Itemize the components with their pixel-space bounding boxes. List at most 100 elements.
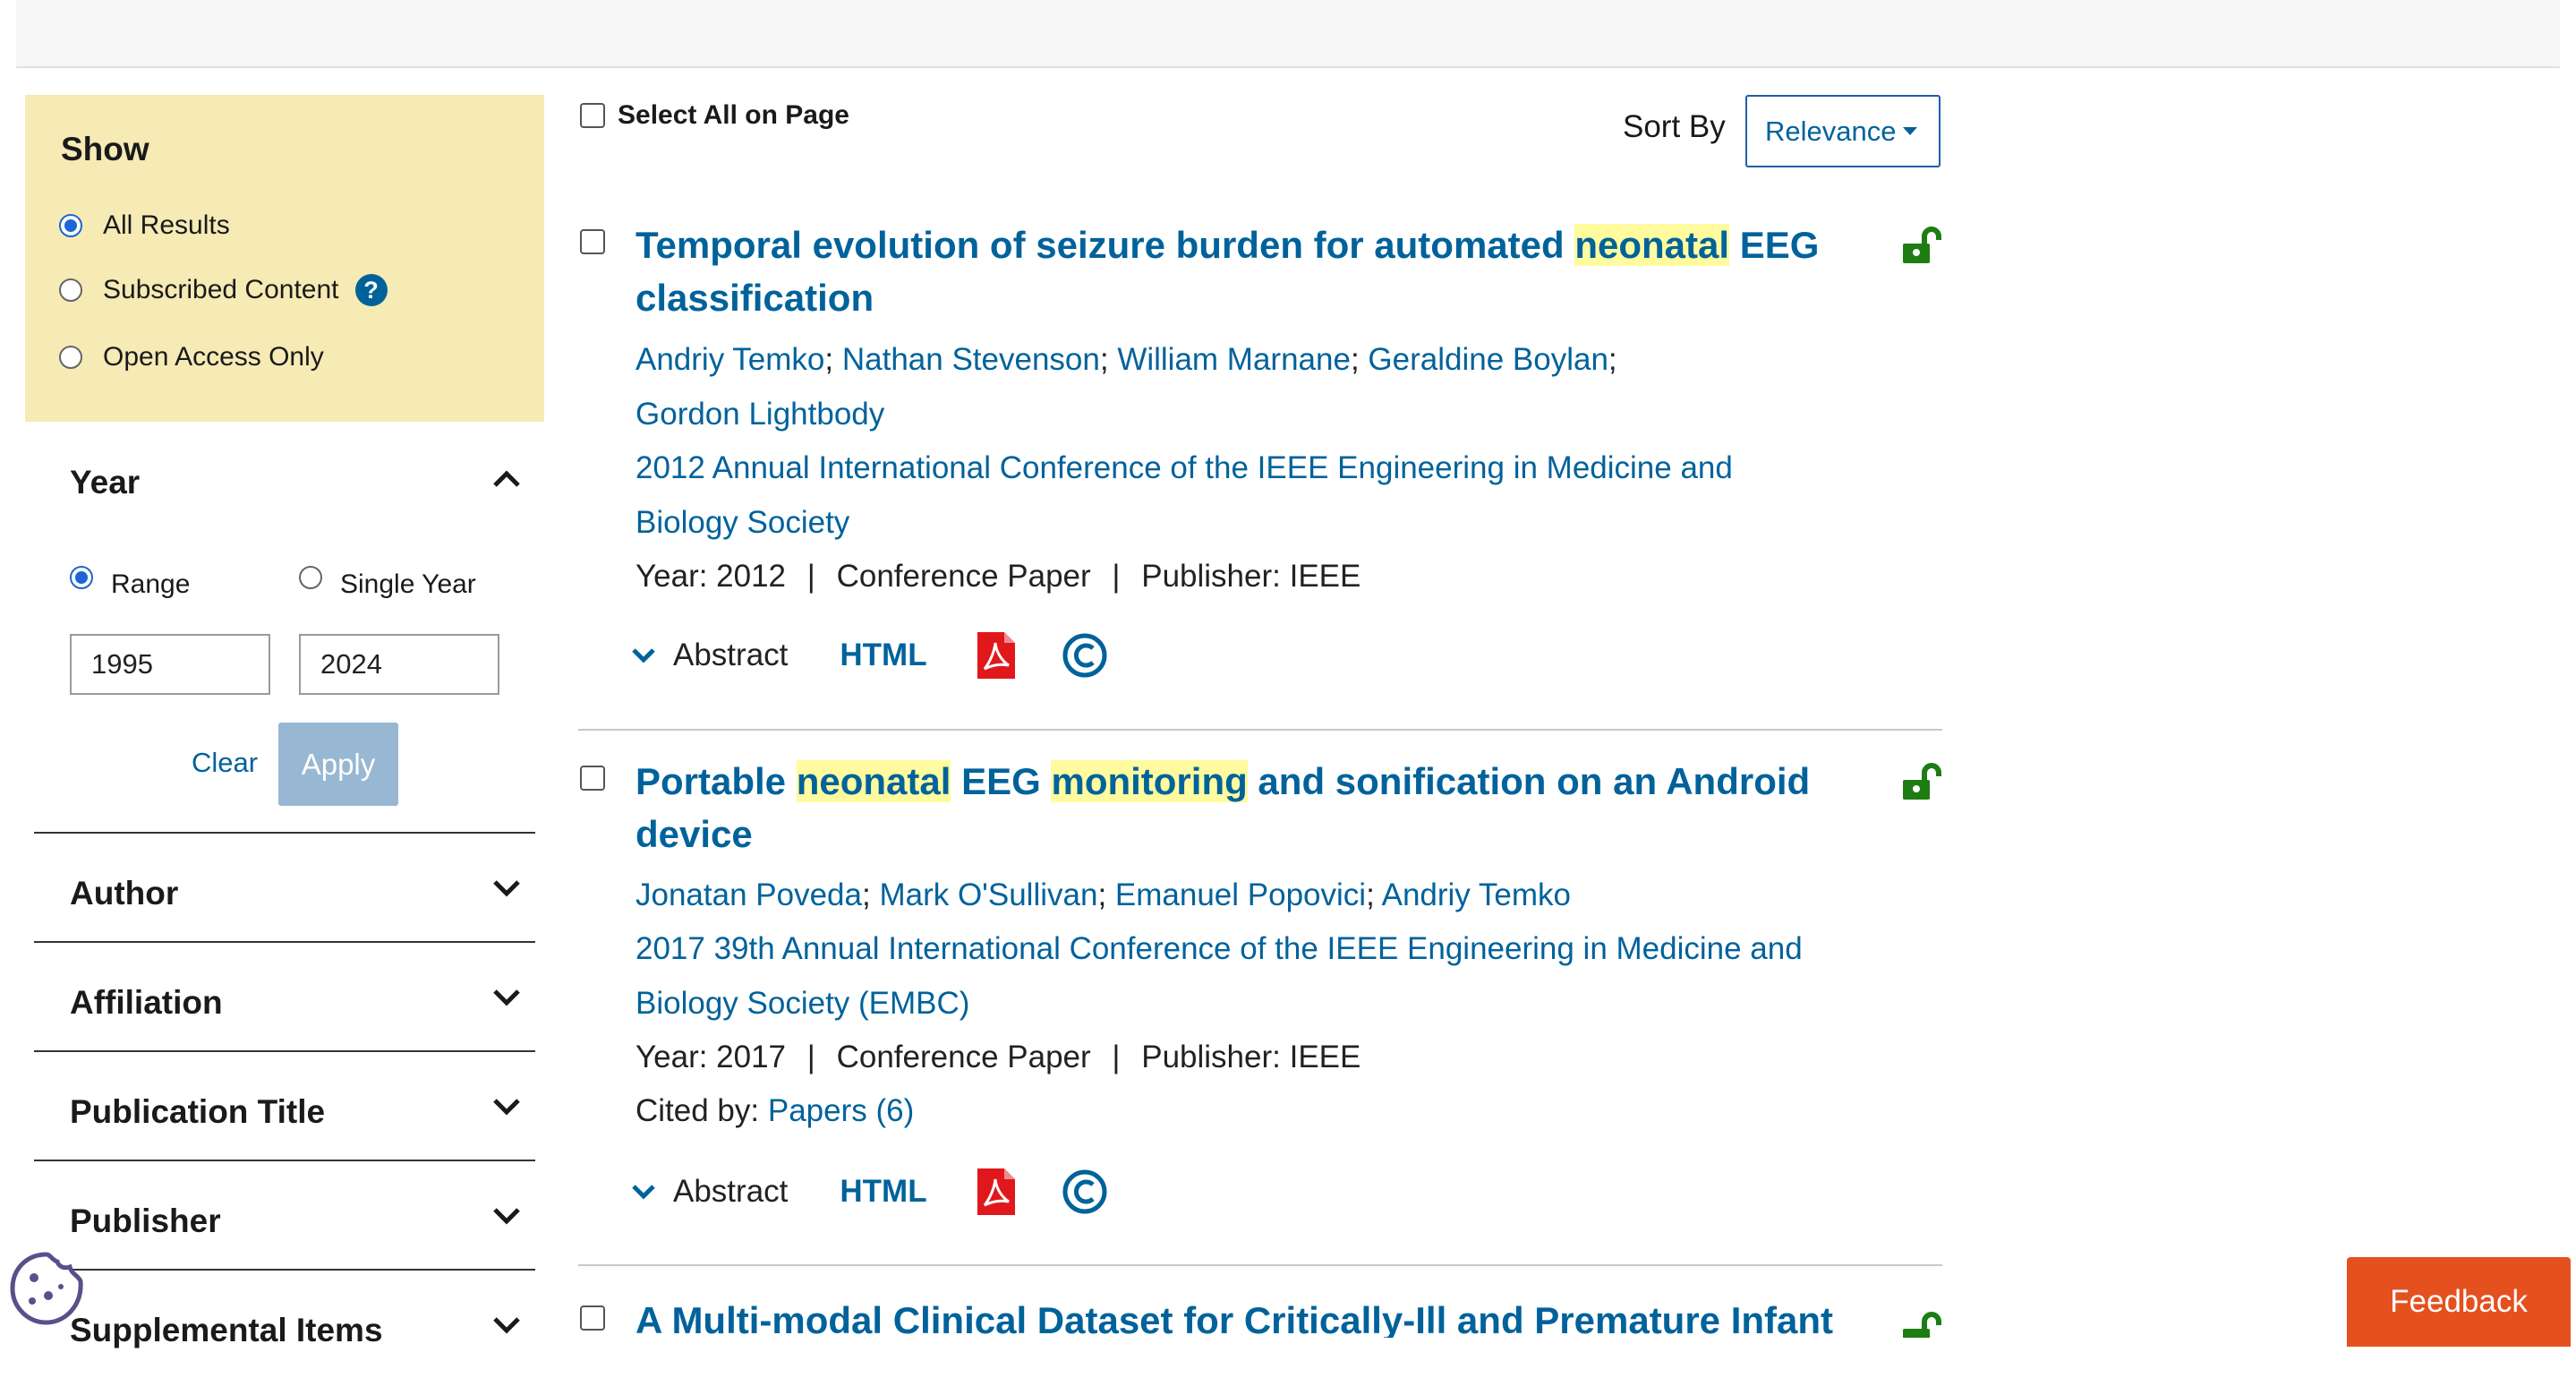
pdf-icon[interactable] — [977, 632, 1015, 679]
open-lock-icon — [1903, 227, 1941, 263]
subscribed-content-label: Subscribed Content — [103, 275, 339, 304]
single-year-label: Single Year — [340, 569, 476, 599]
all-results-label: All Results — [103, 210, 230, 240]
sort-by-dropdown[interactable]: Relevance — [1745, 95, 1941, 167]
result-checkbox[interactable] — [580, 766, 605, 791]
open-lock-icon — [1903, 763, 1941, 800]
show-subscribed-option[interactable]: Subscribed Content ? — [59, 274, 388, 306]
publication-link[interactable]: Biology Society (EMBC) — [635, 977, 969, 1031]
sort-by-label: Sort By — [1623, 109, 1726, 144]
title-highlight: monitoring — [1051, 760, 1248, 802]
result-actions: Abstract HTML — [630, 632, 1108, 679]
result-divider — [578, 1264, 1942, 1266]
result-title-link[interactable]: Temporal evolution of seizure burden for… — [635, 218, 1862, 324]
chevron-down-icon[interactable] — [490, 1204, 523, 1228]
publication-link[interactable]: 2012 Annual International Conference of … — [635, 441, 1733, 495]
year-clear-link[interactable]: Clear — [192, 747, 258, 779]
show-filter-title: Show — [61, 131, 149, 167]
result-checkbox[interactable] — [580, 229, 605, 254]
radio-all-results[interactable] — [59, 214, 82, 237]
copyright-icon[interactable] — [1062, 1168, 1108, 1215]
pdf-icon[interactable] — [977, 1168, 1015, 1215]
publication-link[interactable]: Biology Society — [635, 496, 849, 550]
publication-link[interactable]: 2017 39th Annual International Conferenc… — [635, 922, 1803, 976]
author-link[interactable]: Nathan Stevenson — [842, 342, 1100, 377]
cited-by-link[interactable]: Papers (6) — [768, 1093, 914, 1128]
chevron-down-icon[interactable] — [490, 986, 523, 1009]
caret-down-icon — [1903, 127, 1918, 135]
year-from-input[interactable] — [70, 634, 270, 695]
year-range-label: Range — [111, 569, 191, 599]
authors-line: Andriy Temko; Nathan Stevenson; William … — [635, 342, 1617, 377]
title-highlight: neonatal — [1574, 224, 1730, 266]
result-item: Temporal evolution of seizure burden for… — [578, 218, 1942, 702]
year-range-option[interactable]: Range — [70, 555, 190, 600]
help-icon[interactable]: ? — [354, 274, 388, 306]
abstract-label: Abstract — [673, 638, 789, 672]
title-highlight: neonatal — [796, 760, 951, 802]
year-apply-button[interactable]: Apply — [278, 723, 398, 806]
author-link[interactable]: Andriy Temko — [635, 342, 824, 377]
facet-publisher[interactable]: Publisher — [34, 1160, 535, 1269]
copyright-icon[interactable] — [1062, 632, 1108, 679]
radio-open-access[interactable] — [59, 346, 82, 369]
facet-affiliation[interactable]: Affiliation — [34, 941, 535, 1050]
radio-single-year[interactable] — [299, 566, 322, 589]
facet-label: Publication Title — [70, 1093, 326, 1130]
top-banner — [16, 0, 2560, 68]
feedback-button[interactable]: Feedback — [2347, 1257, 2571, 1347]
result-title-link[interactable]: Portable neonatal EEG monitoring and son… — [635, 755, 1862, 860]
sort-by-value: Relevance — [1765, 115, 1897, 147]
facet-supplemental-items[interactable]: Supplemental Items — [34, 1269, 535, 1378]
chevron-down-icon[interactable] — [490, 1314, 523, 1337]
facet-author[interactable]: Author — [34, 832, 535, 941]
facet-label: Affiliation — [70, 984, 223, 1021]
author-link[interactable]: Andriy Temko — [1382, 877, 1571, 912]
result-title-link[interactable]: A Multi-modal Clinical Dataset for Criti… — [635, 1294, 1862, 1338]
abstract-label: Abstract — [673, 1174, 789, 1209]
result-year: Year: 2012 — [635, 559, 787, 594]
facet-label: Supplemental Items — [70, 1312, 383, 1348]
title-segment: Temporal evolution of seizure burden for… — [635, 224, 1575, 266]
result-publisher: Publisher: IEEE — [1141, 559, 1361, 594]
chevron-down-icon[interactable] — [490, 1095, 523, 1118]
year-facet-title[interactable]: Year — [70, 464, 140, 501]
authors-line: Gordon Lightbody — [635, 388, 884, 441]
cookie-icon[interactable] — [9, 1251, 84, 1326]
chevron-up-icon[interactable] — [490, 466, 523, 490]
select-all-checkbox[interactable] — [580, 103, 605, 128]
title-segment: EEG — [951, 760, 1052, 802]
author-link[interactable]: Mark O'Sullivan — [879, 877, 1097, 912]
show-open-access-option[interactable]: Open Access Only — [59, 342, 324, 372]
select-all-on-page[interactable]: Select All on Page — [580, 100, 849, 131]
cited-by-label: Cited by: — [635, 1093, 768, 1128]
radio-year-range[interactable] — [70, 566, 93, 589]
result-meta: Year: 2017 | Conference Paper | Publishe… — [635, 1040, 1361, 1074]
open-lock-icon — [1903, 1312, 1941, 1338]
author-link[interactable]: Gordon Lightbody — [635, 397, 884, 432]
result-publisher: Publisher: IEEE — [1141, 1040, 1361, 1074]
facet-publication-title[interactable]: Publication Title — [34, 1050, 535, 1160]
abstract-toggle[interactable]: Abstract — [630, 638, 788, 673]
result-type: Conference Paper — [836, 1040, 1091, 1074]
show-all-results-option[interactable]: All Results — [59, 210, 230, 241]
html-link[interactable]: HTML — [840, 638, 926, 673]
html-link[interactable]: HTML — [840, 1174, 926, 1210]
abstract-toggle[interactable]: Abstract — [630, 1174, 788, 1210]
radio-subscribed-content[interactable] — [59, 278, 82, 302]
result-checkbox[interactable] — [580, 1305, 605, 1331]
author-link[interactable]: William Marnane — [1117, 342, 1351, 377]
chevron-down-icon — [632, 1185, 655, 1200]
select-all-label: Select All on Page — [618, 100, 849, 130]
result-actions: Abstract HTML — [630, 1168, 1108, 1215]
year-to-input[interactable] — [299, 634, 499, 695]
chevron-down-icon[interactable] — [490, 877, 523, 900]
facet-label: Author — [70, 875, 179, 912]
author-link[interactable]: Jonatan Poveda — [635, 877, 862, 912]
single-year-option[interactable]: Single Year — [299, 555, 476, 600]
author-link[interactable]: Geraldine Boylan — [1368, 342, 1608, 377]
result-type: Conference Paper — [836, 559, 1091, 594]
author-link[interactable]: Emanuel Popovici — [1115, 877, 1366, 912]
result-year: Year: 2017 — [635, 1040, 787, 1074]
authors-line: Jonatan Poveda; Mark O'Sullivan; Emanuel… — [635, 877, 1571, 912]
